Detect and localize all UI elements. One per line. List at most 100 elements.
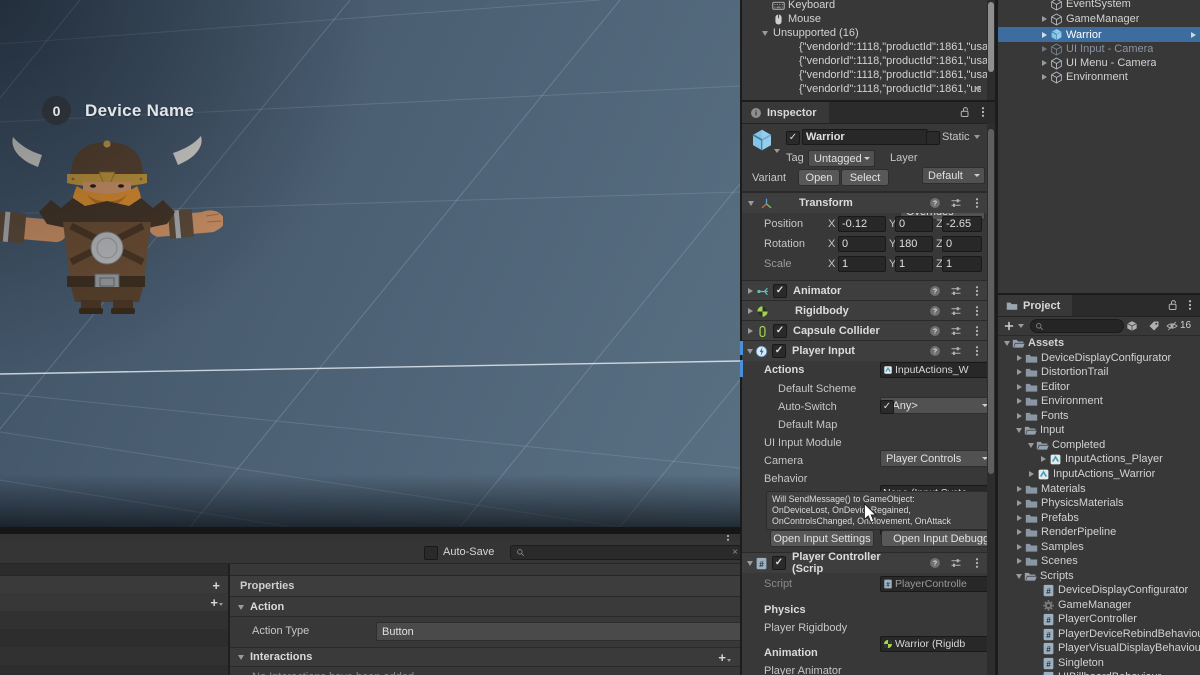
hierarchy-item-gamemanager[interactable]: GameManager (998, 12, 1200, 27)
foldout-open-icon[interactable] (1028, 442, 1034, 448)
tab-inspector[interactable]: Inspector (742, 102, 829, 123)
add-action-button[interactable]: + (210, 595, 218, 610)
auto-save-checkbox[interactable] (424, 546, 438, 560)
more-icon[interactable] (971, 305, 983, 317)
presets-icon[interactable] (950, 345, 962, 357)
presets-icon[interactable] (950, 557, 962, 569)
foldout-closed-icon[interactable] (748, 288, 753, 294)
foldout-closed-icon[interactable] (1017, 384, 1022, 391)
foldout-closed-icon[interactable] (748, 328, 753, 334)
project-item-script[interactable]: UIBillboardBehaviour (998, 670, 1200, 675)
component-capsule-collider[interactable]: Capsule Collider (742, 320, 997, 341)
list-row[interactable] (0, 647, 228, 666)
presets-icon[interactable] (950, 197, 962, 209)
foldout-closed-icon[interactable] (1017, 544, 1022, 551)
game-view[interactable]: 0 Device Name (0, 0, 740, 527)
enabled-checkbox[interactable] (772, 344, 786, 358)
hierarchy-item-ui-input-camera[interactable]: UI Input - Camera (998, 42, 1200, 57)
position-x-field[interactable]: -0.12 (838, 216, 886, 232)
list-row[interactable] (0, 611, 228, 630)
clear-search-icon[interactable]: × (732, 547, 738, 558)
tag-dropdown[interactable]: Untagged (808, 150, 875, 167)
foldout-closed-icon[interactable] (1017, 529, 1022, 536)
enabled-checkbox[interactable] (773, 324, 787, 338)
foldout-closed-icon[interactable] (1017, 515, 1022, 522)
add-dropdown-icon[interactable] (219, 603, 223, 606)
more-icon[interactable] (971, 197, 983, 209)
prefab-select-button[interactable]: Select (841, 169, 889, 186)
component-player-input[interactable]: Player Input (742, 340, 997, 361)
rotation-x-field[interactable]: 0 (838, 236, 886, 252)
foldout-open-icon[interactable] (1016, 573, 1022, 579)
help-icon[interactable] (929, 197, 941, 209)
auto-switch-checkbox[interactable] (880, 400, 894, 414)
tab-project[interactable]: Project (998, 295, 1073, 316)
component-player-controller[interactable]: Player Controller (Scrip (742, 551, 997, 575)
foldout-open-icon[interactable] (748, 200, 754, 206)
project-item-assets[interactable]: Assets (998, 336, 1200, 351)
project-item-folder[interactable]: Samples (998, 540, 1200, 555)
more-icon[interactable] (971, 325, 983, 337)
search-input[interactable]: × (510, 545, 740, 560)
enabled-checkbox[interactable] (773, 284, 787, 298)
inspector-scrollbar[interactable] (987, 123, 995, 675)
default-map-dropdown[interactable]: Player Controls (880, 450, 993, 467)
gameobject-name-field[interactable]: Warrior (802, 129, 928, 145)
foldout-closed-icon[interactable] (1042, 46, 1047, 53)
add-dropdown-icon[interactable] (727, 659, 731, 662)
foldout-open-icon[interactable] (762, 30, 768, 36)
static-checkbox[interactable] (926, 131, 940, 145)
open-input-settings-button[interactable]: Open Input Settings (770, 530, 874, 547)
foldout-closed-icon[interactable] (1017, 486, 1022, 493)
foldout-open-icon[interactable] (1004, 340, 1010, 346)
action-type-dropdown[interactable]: Button (376, 622, 740, 641)
tag-icon[interactable] (1148, 320, 1160, 332)
foldout-closed-icon[interactable] (1017, 500, 1022, 507)
presets-icon[interactable] (950, 305, 962, 317)
help-icon[interactable] (929, 285, 941, 297)
package-icon[interactable] (1126, 320, 1138, 332)
prefab-arrow-icon[interactable] (1191, 31, 1196, 38)
foldout-closed-icon[interactable] (1017, 369, 1022, 376)
project-item-folder[interactable]: DistortionTrail (998, 365, 1200, 380)
interactions-section-header[interactable]: Interactions + (230, 647, 740, 667)
project-item-asset[interactable]: InputActions_Player (998, 452, 1200, 467)
foldout-open-icon[interactable] (238, 654, 244, 660)
lock-icon[interactable] (959, 106, 971, 118)
actions-object-field[interactable]: InputActions_W (880, 362, 997, 378)
more-icon[interactable] (971, 345, 983, 357)
project-item-script[interactable]: PlayerDeviceRebindBehaviour (998, 627, 1200, 642)
presets-icon[interactable] (950, 285, 962, 297)
device-group-unsupported[interactable]: Unsupported (16) (742, 26, 997, 41)
project-item-folder[interactable]: Completed (998, 438, 1200, 453)
help-icon[interactable] (929, 305, 941, 317)
project-item-script[interactable]: GameManager (998, 598, 1200, 613)
foldout-closed-icon[interactable] (1017, 413, 1022, 420)
scale-z-field[interactable]: 1 (942, 256, 982, 272)
add-action-map-button[interactable]: + (212, 578, 220, 593)
foldout-closed-icon[interactable] (1017, 355, 1022, 362)
project-item-folder[interactable]: RenderPipeline (998, 525, 1200, 540)
add-dropdown-icon[interactable] (1018, 324, 1024, 328)
static-dropdown-icon[interactable] (974, 135, 980, 139)
project-item-folder[interactable]: Fonts (998, 409, 1200, 424)
foldout-closed-icon[interactable] (1042, 16, 1047, 23)
hierarchy-item-eventsystem[interactable]: EventSystem (998, 0, 1200, 12)
devices-scrollbar[interactable] (987, 0, 995, 100)
default-scheme-dropdown[interactable]: <Any> (880, 397, 993, 414)
project-item-folder[interactable]: Scripts (998, 569, 1200, 584)
prefab-icon[interactable] (749, 128, 775, 152)
hierarchy-item-ui-menu-camera[interactable]: UI Menu - Camera (998, 56, 1200, 71)
help-icon[interactable] (929, 557, 941, 569)
device-item-keyboard[interactable]: Keyboard (742, 0, 997, 13)
scale-y-field[interactable]: 1 (895, 256, 933, 272)
help-icon[interactable] (929, 325, 941, 337)
project-item-folder[interactable]: Editor (998, 380, 1200, 395)
project-item-folder[interactable]: Input (998, 423, 1200, 438)
device-item-mouse[interactable]: Mouse (742, 12, 997, 27)
foldout-closed-icon[interactable] (1017, 398, 1022, 405)
project-item-folder[interactable]: Environment (998, 394, 1200, 409)
foldout-open-icon[interactable] (747, 560, 753, 566)
help-icon[interactable] (929, 345, 941, 357)
active-checkbox[interactable] (786, 131, 800, 145)
